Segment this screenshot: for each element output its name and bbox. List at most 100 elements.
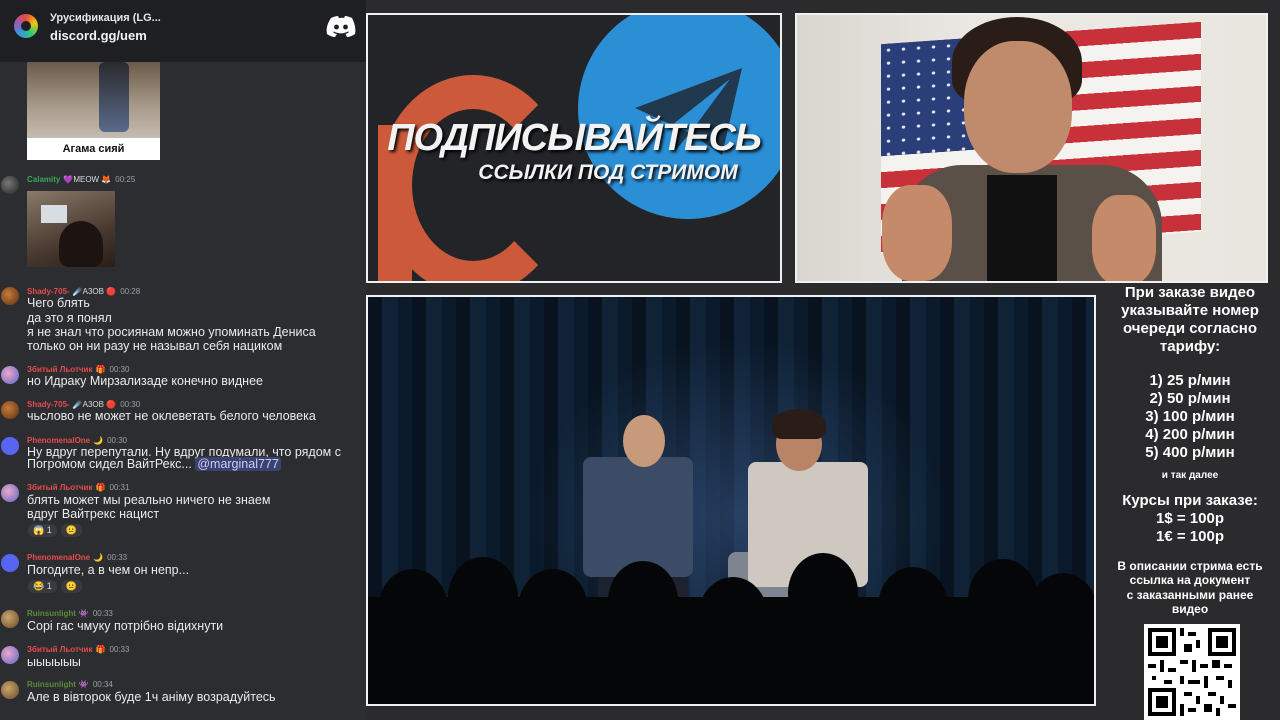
message-text: я не знал что росиянам можно упоминать Д… [27, 325, 316, 339]
role-badge: 💜MEOW 🦊 [63, 175, 112, 184]
message-text: ыыыыыы [27, 655, 81, 669]
username[interactable]: Ruinsunlight [27, 680, 76, 689]
role-badge: 🌙 [93, 553, 104, 562]
username[interactable]: Ruinsunlight [27, 609, 76, 618]
image-screen [41, 205, 67, 223]
tariff-list: 1) 25 р/мин 2) 50 р/мин 3) 100 р/мин 4) … [1100, 372, 1280, 462]
message-text: Сорі гас чмуку потрібно відихнути [27, 619, 224, 633]
timestamp: 00:33 [92, 609, 113, 618]
message-text: Чего блять [27, 296, 90, 310]
streamer-face [964, 41, 1072, 173]
role-badge: 🎁 [95, 365, 106, 374]
username[interactable]: Shady-705- [27, 287, 70, 296]
user-mention[interactable]: @marginal777 [195, 457, 281, 471]
avatar[interactable] [1, 646, 19, 664]
username[interactable]: Збитый Льотчик [27, 645, 92, 654]
role-badge: 👾 [78, 680, 89, 689]
performer-1-head [623, 415, 665, 467]
timestamp: 00:28 [120, 287, 141, 296]
image-attachment[interactable]: Агама сияй [27, 62, 160, 160]
username[interactable]: Збитый Льотчик [27, 365, 92, 374]
image-head [59, 221, 103, 267]
username[interactable]: Shady-705- [27, 400, 70, 409]
reaction[interactable]: 😂 1 [28, 580, 57, 593]
server-name: Урусификация (LG... [50, 12, 161, 24]
timestamp: 00:33 [107, 553, 128, 562]
reactions: 😱 1 😐 [28, 524, 86, 537]
performer-2-hair [772, 409, 826, 439]
description-line: видео [1171, 602, 1209, 617]
message-text: Але в вівторок буде 1ч аніму возрадуйтес… [27, 690, 276, 704]
message-text: Погодите, а в чем он непр... [27, 563, 190, 577]
rate-item: 1€ = 100р [1156, 528, 1224, 545]
stage-video [366, 295, 1096, 706]
tariff-item: 4) 200 р/мин [1145, 426, 1235, 443]
streamer-hand-right [1092, 195, 1156, 281]
message-text: Погромом сидел ВайтРекс... @marginal777 [27, 457, 281, 472]
timestamp: 00:34 [92, 680, 113, 689]
tariff-more: и так далее [1161, 470, 1219, 481]
qr-code-icon[interactable] [1144, 624, 1240, 720]
message-text: блять может мы реально ничего не знаем [27, 493, 271, 507]
discord-chat-overlay: Урусификация (LG... discord.gg/uem Агама… [0, 0, 366, 720]
description-line: с заказанными ранее [1126, 587, 1254, 602]
role-badge: 🎁 [95, 645, 106, 654]
server-icon [14, 14, 38, 38]
instruction-line: тарифу: [1159, 338, 1221, 355]
performer-1-body [583, 457, 693, 577]
username[interactable]: PhenomenalOne [27, 436, 90, 445]
rates-title: Курсы при заказе: [1122, 492, 1258, 509]
username[interactable]: Збитый Льотчик [27, 483, 92, 492]
tariff-item: 1) 25 р/мин [1149, 372, 1231, 389]
avatar[interactable] [1, 287, 19, 305]
timestamp: 00:30 [109, 365, 130, 374]
tariff-item: 2) 50 р/мин [1149, 390, 1231, 407]
reaction[interactable]: 😱 1 [28, 524, 57, 537]
exchange-rates: Курсы при заказе: 1$ = 100р 1€ = 100р [1100, 492, 1280, 546]
avatar[interactable] [1, 610, 19, 628]
message-text: вдруг Вайтрекс нацист [27, 507, 160, 521]
tariff-item: 3) 100 р/мин [1145, 408, 1235, 425]
message-text: чьслово не может не оклеветать белого че… [27, 409, 316, 423]
avatar[interactable] [1, 366, 19, 384]
timestamp: 00:31 [109, 483, 130, 492]
description-line: В описании стрима есть [1117, 559, 1263, 573]
description-line: ссылка на документ [1129, 573, 1251, 588]
avatar[interactable] [1, 681, 19, 699]
avatar[interactable] [1, 484, 19, 502]
order-instructions: При заказе видео указывайте номер очеред… [1100, 284, 1280, 356]
username[interactable]: PhenomenalOne [27, 553, 90, 562]
username[interactable]: Calamity [27, 175, 60, 184]
description-note: В описании стрима есть ссылка на докумен… [1100, 559, 1280, 617]
streamer [882, 15, 1162, 281]
message-text: только он ни разу не называл себя нацико… [27, 339, 283, 353]
role-badge: 🎁 [95, 483, 106, 492]
rate-item: 1$ = 100р [1156, 510, 1224, 527]
promo-banner: ПОДПИСЫВАЙТЕСЬ ССЫЛКИ ПОД СТРИМОМ [366, 13, 782, 283]
avatar[interactable] [1, 401, 19, 419]
timestamp: 00:30 [107, 436, 128, 445]
message-text: да это я понял [27, 311, 112, 325]
instruction-line: указывайте номер [1121, 302, 1259, 319]
server-invite-link[interactable]: discord.gg/uem [50, 28, 147, 43]
role-badge: 👾 [78, 609, 89, 618]
webcam-feed [795, 13, 1268, 283]
avatar[interactable] [1, 176, 19, 194]
promo-subtitle: ССЫЛКИ ПОД СТРИМОМ [478, 161, 738, 184]
timestamp: 00:30 [120, 400, 141, 409]
avatar[interactable] [1, 437, 19, 455]
discord-logo-icon [326, 16, 356, 37]
image-caption: Агама сияй [27, 138, 160, 160]
tariff-item: 5) 400 р/мин [1145, 444, 1235, 461]
role-badge: ☄️A3OB 🔴 [72, 287, 117, 296]
image-attachment[interactable] [27, 191, 115, 267]
avatar[interactable] [1, 554, 19, 572]
instruction-line: очереди согласно [1122, 320, 1258, 337]
promo-title: ПОДПИСЫВАЙТЕСЬ [387, 117, 762, 159]
reaction[interactable]: 😐 [60, 524, 82, 537]
streamer-hand-left [882, 185, 952, 281]
message-text: но Идраку Мирзализаде конечно виднее [27, 374, 263, 388]
server-header: Урусификация (LG... discord.gg/uem [0, 0, 366, 62]
reaction[interactable]: 😐 [60, 580, 82, 593]
timestamp: 00:25 [115, 175, 136, 184]
